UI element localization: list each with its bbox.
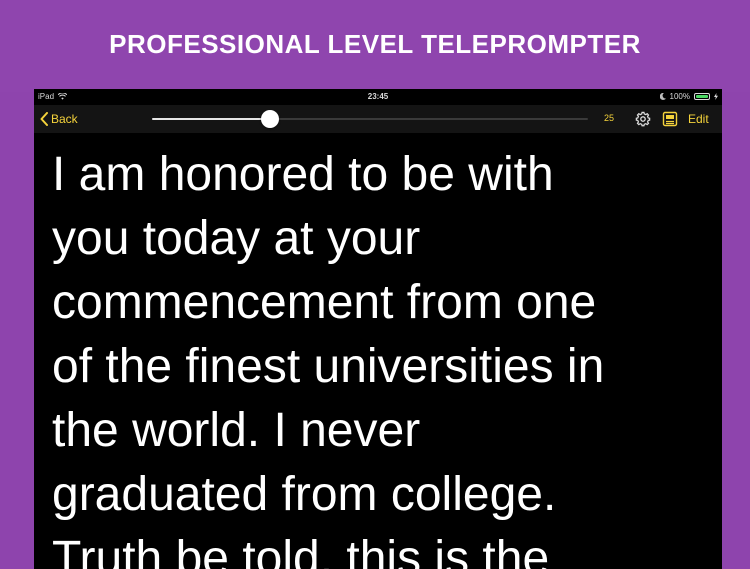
status-bar: iPad 23:45 100% bbox=[34, 89, 722, 105]
promo-banner: PROFESSIONAL LEVEL TELEPROMPTER bbox=[0, 0, 750, 92]
scroll-slider[interactable] bbox=[152, 110, 588, 128]
charging-icon bbox=[714, 93, 718, 100]
speed-value: 25 bbox=[604, 113, 615, 123]
script-line: graduated from college. bbox=[52, 468, 557, 521]
status-time: 23:45 bbox=[367, 92, 389, 101]
script-line: you today at your bbox=[52, 212, 421, 265]
chevron-left-icon bbox=[40, 112, 48, 126]
back-button[interactable]: Back bbox=[40, 109, 78, 129]
slider-fill bbox=[152, 118, 270, 120]
script-line: I am honored to be with bbox=[52, 148, 554, 201]
battery-percent: 100% bbox=[669, 92, 690, 101]
script-line: the world. I never bbox=[52, 404, 421, 457]
script-text: I am honored to be with you today at you… bbox=[52, 143, 702, 569]
script-line: commencement from one bbox=[52, 276, 597, 329]
banner-title: PROFESSIONAL LEVEL TELEPROMPTER bbox=[109, 28, 641, 59]
script-line: of the finest universities in bbox=[52, 340, 605, 393]
ipad-screen: iPad 23:45 100% Back 25 Edit I am honore… bbox=[34, 89, 722, 569]
slider-thumb[interactable] bbox=[260, 110, 279, 128]
toolbar: Back 25 Edit bbox=[34, 105, 722, 133]
battery-icon bbox=[694, 93, 710, 100]
mirror-icon[interactable] bbox=[662, 111, 678, 127]
moon-icon bbox=[659, 93, 666, 100]
gear-icon[interactable] bbox=[635, 111, 651, 127]
back-label: Back bbox=[51, 112, 78, 126]
edit-button[interactable]: Edit bbox=[688, 112, 709, 126]
status-right: 100% bbox=[659, 92, 718, 101]
battery-level bbox=[696, 95, 708, 98]
